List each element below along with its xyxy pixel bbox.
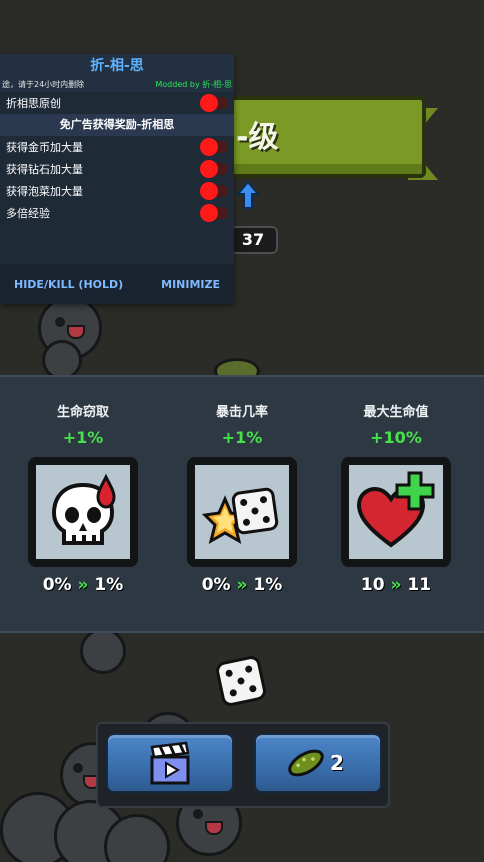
upgrade-stat-change: 10 » 11 xyxy=(331,575,461,595)
upgrade-card-maxhp[interactable]: 最大生命值 +10% 10 » 11 xyxy=(331,377,461,595)
upgrade-icon-frame[interactable] xyxy=(341,457,451,567)
mod-menu-notice: 途，请于24小时内删除 xyxy=(2,80,85,89)
hide-kill-button[interactable]: HIDE/KILL (HOLD) xyxy=(14,278,123,291)
mod-menu: 折-相-思 途，请于24小时内删除 Modded by 折-相-思 折相思原创 … xyxy=(0,54,234,304)
skull-blood-icon xyxy=(51,473,116,545)
upgrade-panel: 生命窃取 +1% 0% » 1% 暴击几率 +1% 0% » 1% 最大生命值 … xyxy=(0,375,484,633)
pickle-reroll-button[interactable] xyxy=(254,733,382,793)
toggle-switch[interactable] xyxy=(200,182,228,200)
upgrade-bonus: +1% xyxy=(62,428,104,447)
pickle-icon xyxy=(288,749,324,777)
mod-option-coins[interactable]: 获得金币加大量 xyxy=(0,136,234,158)
stat-arrow: » xyxy=(77,575,89,595)
mod-option-diamonds[interactable]: 获得钻石加大量 xyxy=(0,158,234,180)
stat-from: 10 xyxy=(360,575,385,595)
dice-pickup-icon[interactable] xyxy=(216,656,266,706)
zombie-enemy xyxy=(80,628,126,674)
upgrade-card-crit[interactable]: 暴击几率 +1% 0% » 1% xyxy=(177,377,307,595)
upgrade-title: 最大生命值 xyxy=(363,405,429,420)
mod-menu-footer: HIDE/KILL (HOLD) MINIMIZE xyxy=(0,264,234,304)
upgrade-card-lifesteal[interactable]: 生命窃取 +1% 0% » 1% xyxy=(18,377,148,595)
upgrade-title: 暴击几率 xyxy=(215,405,268,420)
heart-plus-icon xyxy=(356,471,435,548)
banner-text: -级 xyxy=(236,120,279,155)
stat-from: 0% xyxy=(201,575,231,595)
mod-option-original[interactable]: 折相思原创 xyxy=(0,92,234,114)
mod-option-label: 获得泡菜加大量 xyxy=(6,185,83,198)
mod-option-label: 获得金币加大量 xyxy=(6,141,83,154)
mod-option-label: 折相思原创 xyxy=(6,97,61,110)
stat-from: 0% xyxy=(42,575,72,595)
stat-arrow: » xyxy=(390,575,402,595)
toggle-switch[interactable] xyxy=(200,204,228,222)
mod-menu-title[interactable]: 折-相-思 xyxy=(0,54,234,78)
minimize-button[interactable]: MINIMIZE xyxy=(161,278,220,291)
toggle-switch[interactable] xyxy=(200,94,228,112)
stat-to: 1% xyxy=(253,575,283,595)
upgrade-stat-change: 0% » 1% xyxy=(177,575,307,595)
mod-option-pickles[interactable]: 获得泡菜加大量 xyxy=(0,180,234,202)
upgrade-icon-frame[interactable] xyxy=(187,457,297,567)
toggle-switch[interactable] xyxy=(200,160,228,178)
mod-section-header: 免广告获得奖励-折相思 xyxy=(0,114,234,136)
stat-to: 1% xyxy=(94,575,124,595)
mod-menu-subtitle: 途，请于24小时内删除 Modded by 折-相-思 xyxy=(0,78,234,92)
upgrade-stat-change: 0% » 1% xyxy=(18,575,148,595)
upgrade-bonus: +1% xyxy=(221,428,263,447)
upgrade-bonus: +10% xyxy=(370,428,422,447)
dice-star-icon xyxy=(201,487,279,545)
video-clapper-icon xyxy=(150,741,190,785)
mod-menu-credit: Modded by 折-相-思 xyxy=(155,80,232,89)
stat-arrow: » xyxy=(236,575,248,595)
zombie-enemy xyxy=(42,340,82,380)
mod-option-label: 获得钻石加大量 xyxy=(6,163,83,176)
level-up-arrow-icon xyxy=(235,180,261,210)
upgrade-title: 生命窃取 xyxy=(56,405,109,420)
stat-to: 11 xyxy=(407,575,432,595)
level-counter: 37 xyxy=(228,226,278,254)
toggle-switch[interactable] xyxy=(200,138,228,156)
mod-option-label: 多倍经验 xyxy=(6,207,50,220)
upgrade-icon-frame[interactable] xyxy=(28,457,138,567)
pickle-count: 2 xyxy=(330,751,344,775)
watch-ad-reroll-button[interactable] xyxy=(106,733,234,793)
mod-option-xp[interactable]: 多倍经验 xyxy=(0,202,234,224)
